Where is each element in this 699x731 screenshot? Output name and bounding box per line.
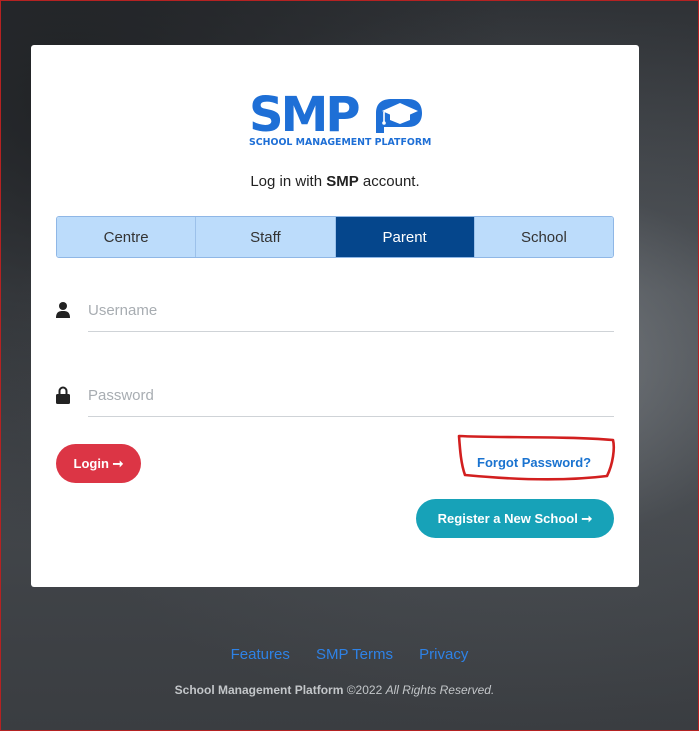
- login-card: SMP SCHOOL MANAGEMENT PLATFORM Log in wi…: [31, 45, 639, 587]
- copyright-year: ©2022: [346, 683, 383, 697]
- copyright-notice: School Management Platform ©2022 All Rig…: [0, 683, 669, 697]
- user-icon: [56, 302, 70, 318]
- tagline-prefix: Log in with: [250, 173, 323, 190]
- tagline-brand: SMP: [326, 173, 359, 190]
- tab-parent[interactable]: Parent: [335, 217, 475, 257]
- login-button[interactable]: Login ➞: [56, 444, 141, 483]
- tab-school[interactable]: School: [474, 217, 613, 257]
- smp-logo: SMP SCHOOL MANAGEMENT PLATFORM: [249, 91, 432, 153]
- footer-link-privacy[interactable]: Privacy: [419, 646, 468, 663]
- password-field-group: [56, 374, 614, 418]
- graduation-cap-icon: [372, 99, 422, 133]
- logo-subtitle: SCHOOL MANAGEMENT PLATFORM: [249, 137, 432, 148]
- copyright-brand: School Management Platform: [174, 683, 344, 697]
- login-tagline: Log in with SMP account.: [31, 173, 639, 190]
- account-type-tabs: Centre Staff Parent School: [56, 216, 614, 258]
- tab-centre[interactable]: Centre: [57, 217, 197, 257]
- footer-link-smp-terms[interactable]: SMP Terms: [316, 646, 393, 663]
- register-school-button[interactable]: Register a New School ➞: [416, 499, 614, 538]
- tab-staff[interactable]: Staff: [196, 217, 336, 257]
- forgot-password-link[interactable]: Forgot Password?: [477, 455, 591, 470]
- password-input[interactable]: [88, 374, 614, 417]
- username-input[interactable]: [88, 289, 614, 332]
- lock-icon: [56, 386, 70, 404]
- copyright-rights: All Rights Reserved.: [385, 683, 495, 697]
- footer-link-features[interactable]: Features: [231, 646, 290, 663]
- username-field-group: [56, 289, 614, 333]
- footer-links: Features SMP Terms Privacy: [0, 646, 699, 663]
- tagline-suffix: account.: [362, 173, 420, 190]
